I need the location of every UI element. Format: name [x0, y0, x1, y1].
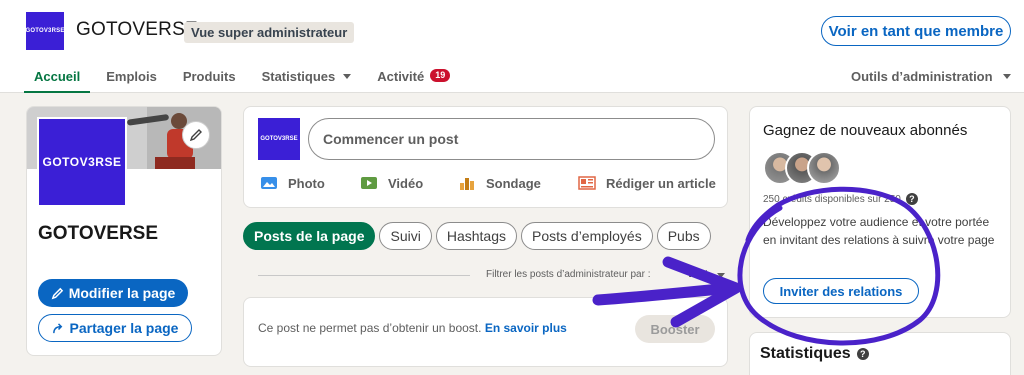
tab-home[interactable]: Accueil: [24, 60, 91, 93]
tab-products[interactable]: Produits: [173, 60, 246, 93]
tab-stats-label: Statistiques: [261, 69, 336, 84]
tab-products-label: Produits: [182, 69, 236, 84]
boost-message: Ce post ne permet pas d’obtenir un boost…: [258, 321, 567, 335]
grow-followers-title: Gagnez de nouveaux abonnés: [763, 122, 968, 139]
tab-jobs-label: Emplois: [106, 69, 157, 84]
article-icon: [578, 176, 596, 190]
page-logo-text: GOTOV3RSE: [42, 155, 122, 169]
tab-home-label: Accueil: [34, 69, 81, 84]
admin-view-badge: Vue super administrateur: [184, 22, 355, 43]
composer-avatar: GOTOV3RSE: [258, 118, 300, 160]
write-article-label: Rédiger un article: [606, 175, 716, 191]
photo-button[interactable]: Photo: [260, 175, 360, 191]
divider: [258, 275, 470, 276]
credits-text: 250 crédits disponibles sur 250: [763, 193, 901, 205]
boost-message-text: Ce post ne permet pas d’obtenir un boost…: [258, 321, 482, 335]
avatar: [807, 151, 841, 185]
chip-ads[interactable]: Pubs: [656, 222, 711, 250]
video-button[interactable]: Vidéo: [360, 175, 458, 191]
page-name: GOTOVERSE: [38, 223, 159, 244]
page-logo[interactable]: GOTOV3RSE: [37, 117, 127, 207]
tab-activity[interactable]: Activité 19: [367, 60, 460, 93]
admin-nav: Accueil Emplois Produits Statistiques Ac…: [24, 60, 466, 93]
stats-title-text: Statistiques: [760, 345, 851, 362]
company-logo[interactable]: GOTOV3RSE: [25, 12, 65, 50]
chip-page-posts[interactable]: Posts de la page: [243, 222, 376, 250]
page-profile-card: GOTOV3RSE GOTOVERSE Modifier la page Par…: [26, 106, 222, 356]
tab-stats[interactable]: Statistiques: [252, 60, 362, 93]
chip-employee-posts[interactable]: Posts d’employés: [521, 222, 653, 250]
grow-followers-card: Gagnez de nouveaux abonnés 250 crédits d…: [749, 106, 1011, 318]
edit-page-label: Modifier la page: [68, 285, 176, 301]
org-name: GOTOVERSE: [76, 19, 198, 40]
feed-filter-chips: Posts de la page Suivi Hashtags Posts d’…: [243, 222, 711, 250]
edit-page-button[interactable]: Modifier la page: [38, 279, 188, 307]
photo-icon: [261, 177, 277, 189]
connection-avatars: [763, 151, 843, 187]
pencil-icon: [51, 287, 63, 299]
notification-count-badge: 19: [430, 69, 451, 82]
admin-tools-menu[interactable]: Outils d’administration: [851, 69, 1011, 84]
composer-avatar-text: GOTOV3RSE: [260, 136, 298, 142]
learn-more-link[interactable]: En savoir plus: [485, 321, 567, 335]
share-page-label: Partager la page: [69, 320, 179, 336]
admin-posts-filter-label: Filtrer les posts d’administrateur par :: [486, 269, 651, 280]
tab-activity-label: Activité: [377, 69, 425, 84]
stats-card: Statistiques ?: [749, 332, 1011, 375]
chip-hashtags[interactable]: Hashtags: [435, 222, 517, 250]
invite-connections-button[interactable]: Inviter des relations: [763, 278, 919, 304]
grow-followers-description: Développez votre audience et votre porté…: [763, 215, 995, 247]
chip-following[interactable]: Suivi: [379, 222, 432, 250]
edit-cover-button[interactable]: [182, 121, 210, 149]
post-composer: GOTOV3RSE Commencer un post Photo Vidéo …: [243, 106, 728, 208]
photo-label: Photo: [288, 175, 325, 191]
video-label: Vidéo: [388, 175, 424, 191]
start-post-placeholder: Commencer un post: [323, 131, 459, 147]
page-header: GOTOV3RSE GOTOVERSE Vue super administra…: [0, 0, 1024, 93]
help-icon[interactable]: ?: [856, 348, 869, 360]
admin-tools-label: Outils d’administration: [851, 69, 993, 84]
admin-posts-filter-select[interactable]: Tout: [687, 269, 708, 280]
help-icon[interactable]: ?: [905, 193, 918, 205]
start-post-input[interactable]: Commencer un post: [308, 118, 715, 160]
stats-title: Statistiques ?: [760, 345, 869, 363]
chevron-down-icon: [1002, 74, 1011, 79]
logo-text: GOTOV3RSE: [25, 28, 65, 34]
tab-jobs[interactable]: Emplois: [96, 60, 167, 93]
poll-label: Sondage: [486, 175, 541, 191]
credits-info: 250 crédits disponibles sur 250 ?: [763, 193, 918, 205]
chevron-down-icon[interactable]: [717, 273, 725, 278]
composer-actions: Photo Vidéo Sondage Rédiger un article: [260, 175, 720, 191]
share-arrow-icon: [52, 322, 62, 333]
view-as-member-button[interactable]: Voir en tant que membre: [821, 16, 1011, 46]
write-article-button[interactable]: Rédiger un article: [578, 175, 718, 191]
boost-button[interactable]: Booster: [635, 315, 715, 343]
chevron-down-icon: [343, 74, 352, 79]
share-page-button[interactable]: Partager la page: [38, 314, 192, 342]
poll-icon: [460, 178, 474, 190]
video-icon: [361, 177, 377, 189]
pencil-icon: [189, 129, 202, 142]
poll-button[interactable]: Sondage: [458, 175, 578, 191]
post-boost-card: Ce post ne permet pas d’obtenir un boost…: [243, 297, 728, 367]
